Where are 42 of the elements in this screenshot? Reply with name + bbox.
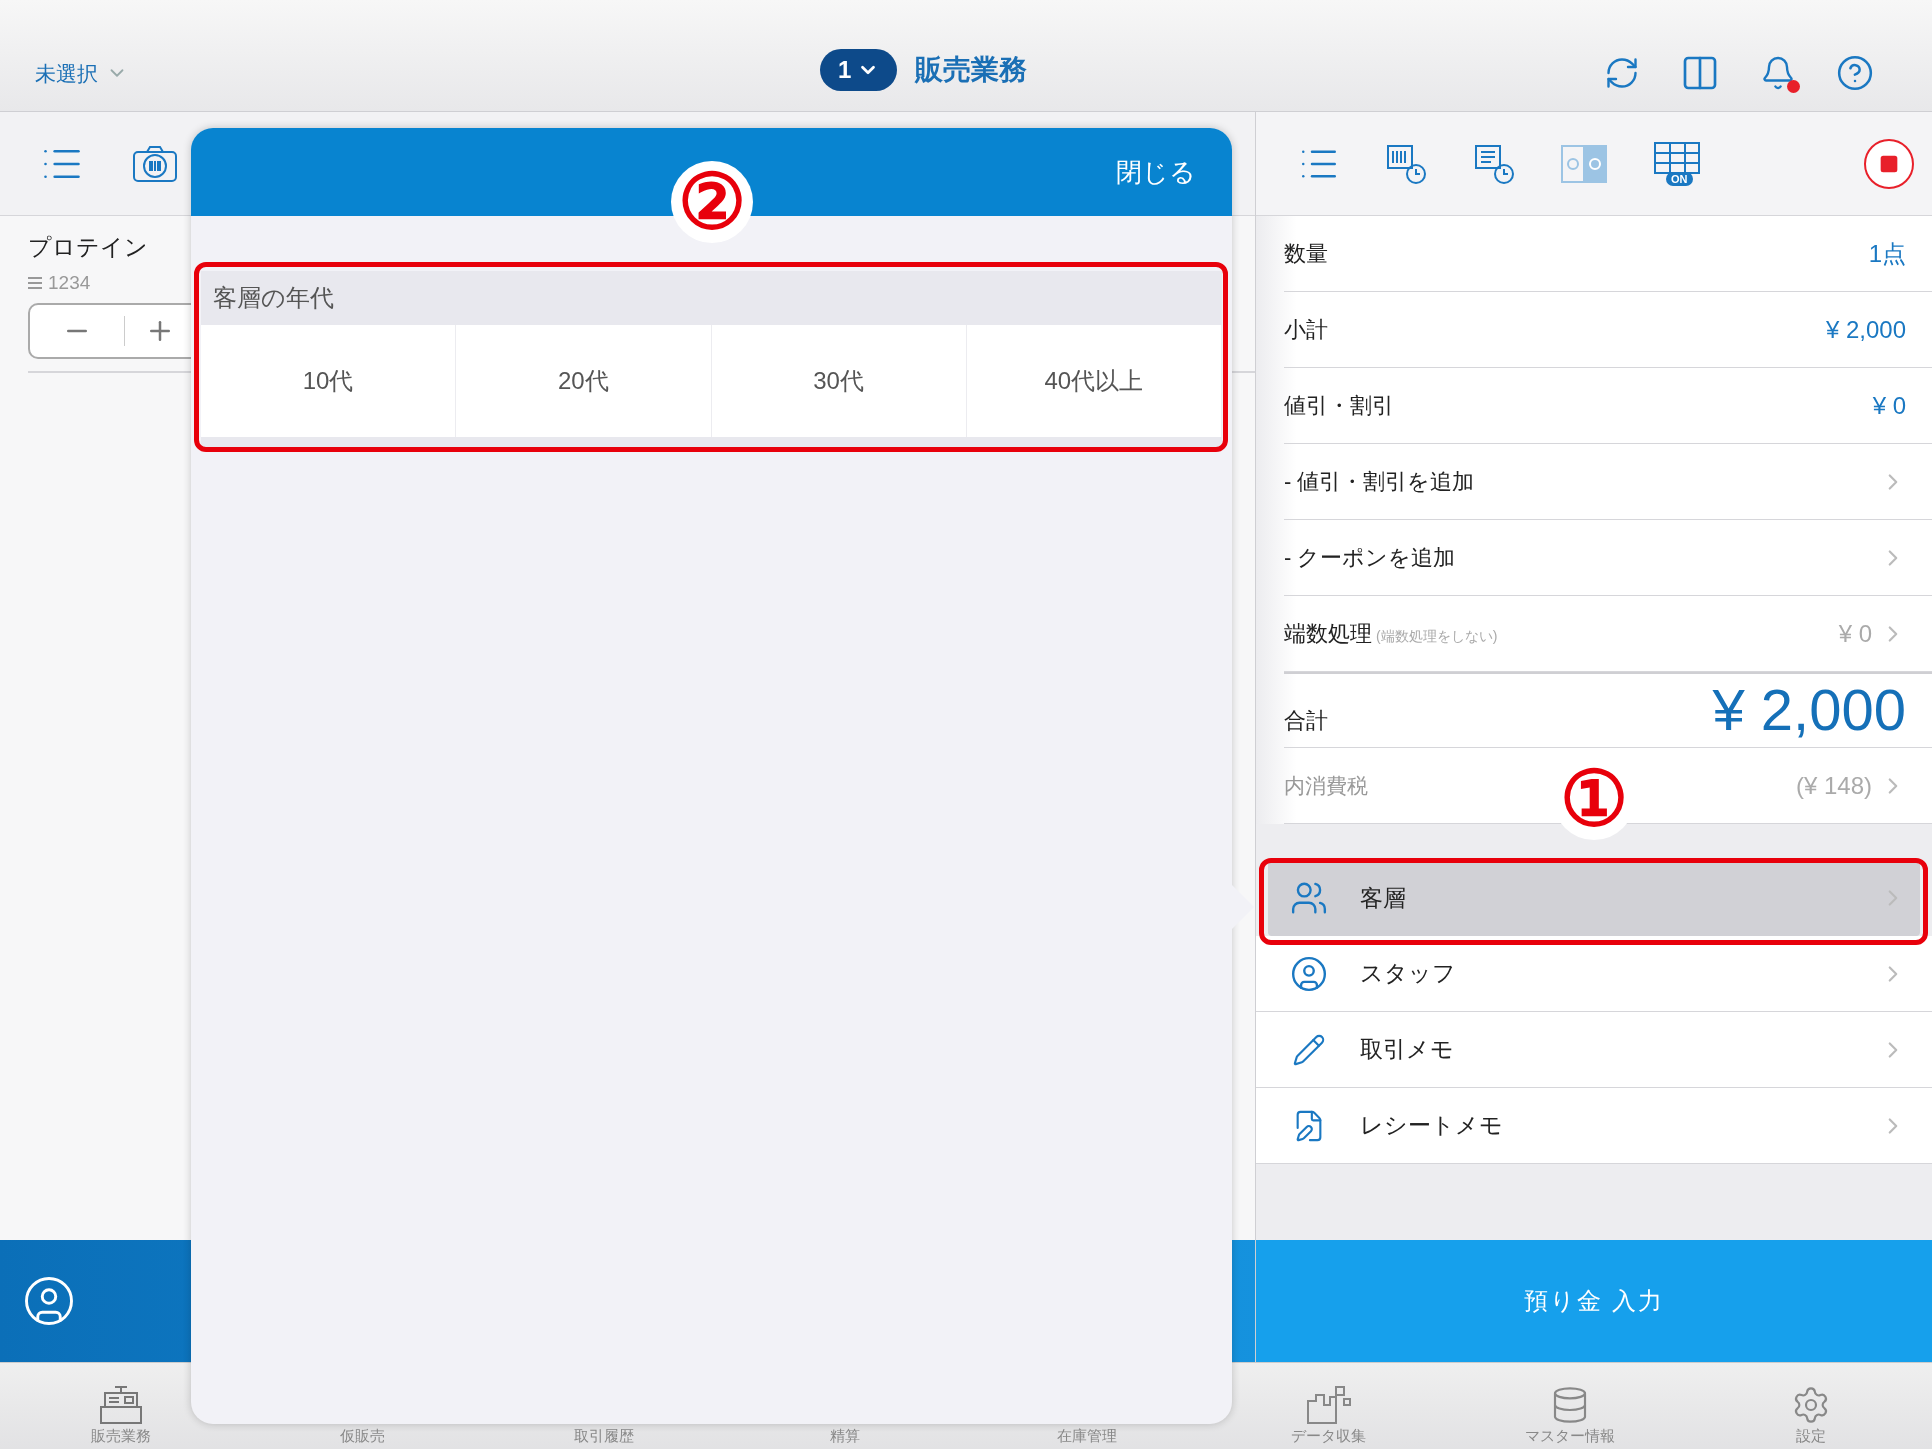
pencil-icon <box>1292 1032 1326 1067</box>
row-note: (端数処理をしない) <box>1376 627 1498 646</box>
stop-icon <box>1879 153 1899 174</box>
refresh-icon[interactable] <box>1604 55 1640 91</box>
row-value: ¥ 0 <box>1838 618 1872 649</box>
close-button[interactable]: 閉じる <box>1116 152 1196 192</box>
tax-label: 内消費税 <box>1284 772 1368 799</box>
row-label: - クーポンを追加 <box>1284 544 1456 572</box>
product-name: プロテイン <box>28 233 149 262</box>
user-icon[interactable] <box>22 1274 76 1328</box>
store-selector[interactable]: 未選択 <box>35 57 128 89</box>
menu-item[interactable]: 取引メモ <box>1256 1012 1932 1088</box>
grid-icon <box>1652 139 1702 174</box>
chart-grid-icon <box>1304 1384 1353 1425</box>
tax-amount: (¥ 148) <box>1795 770 1872 801</box>
row-value: ¥ 0 <box>1872 390 1906 421</box>
row-label: 値引・割引 <box>1284 392 1394 420</box>
summary-link-row[interactable]: 端数処理 (端数処理をしない) ¥ 0 <box>1284 596 1932 672</box>
menu-item[interactable]: レシートメモ <box>1256 1088 1932 1164</box>
row-value: 1点 <box>1868 238 1906 269</box>
grid-toggle-button[interactable]: ON <box>1652 139 1702 188</box>
person-icon <box>1290 954 1328 993</box>
section-header: 客層の年代 <box>201 271 1222 325</box>
on-label: ON <box>1666 171 1693 186</box>
barcode-lines-icon <box>28 276 42 289</box>
row-value: ¥ 2,000 <box>1825 314 1906 345</box>
product-code: 1234 <box>48 270 91 295</box>
row-label: - 値引・割引を追加 <box>1284 468 1475 496</box>
screen-title: 販売業務 <box>915 53 1028 87</box>
total-label: 合計 <box>1284 707 1328 735</box>
summary-link-row[interactable]: - クーポンを追加 <box>1284 520 1932 596</box>
menu-item[interactable]: 客層 <box>1268 860 1920 936</box>
total-amount: ¥ 2,000 <box>1712 681 1906 739</box>
help-icon[interactable] <box>1836 54 1874 92</box>
stop-button[interactable] <box>1864 138 1914 189</box>
menu-item[interactable]: スタッフ <box>1256 936 1932 1012</box>
barcode-camera-icon[interactable] <box>132 144 178 183</box>
register-number-selector[interactable]: 1 <box>820 49 898 91</box>
row-label: 端数処理 <box>1284 620 1372 648</box>
summary-link-row[interactable]: - 値引・割引を追加 <box>1284 444 1932 520</box>
row-label: 数量 <box>1284 240 1328 268</box>
row-label: 小計 <box>1284 316 1328 344</box>
